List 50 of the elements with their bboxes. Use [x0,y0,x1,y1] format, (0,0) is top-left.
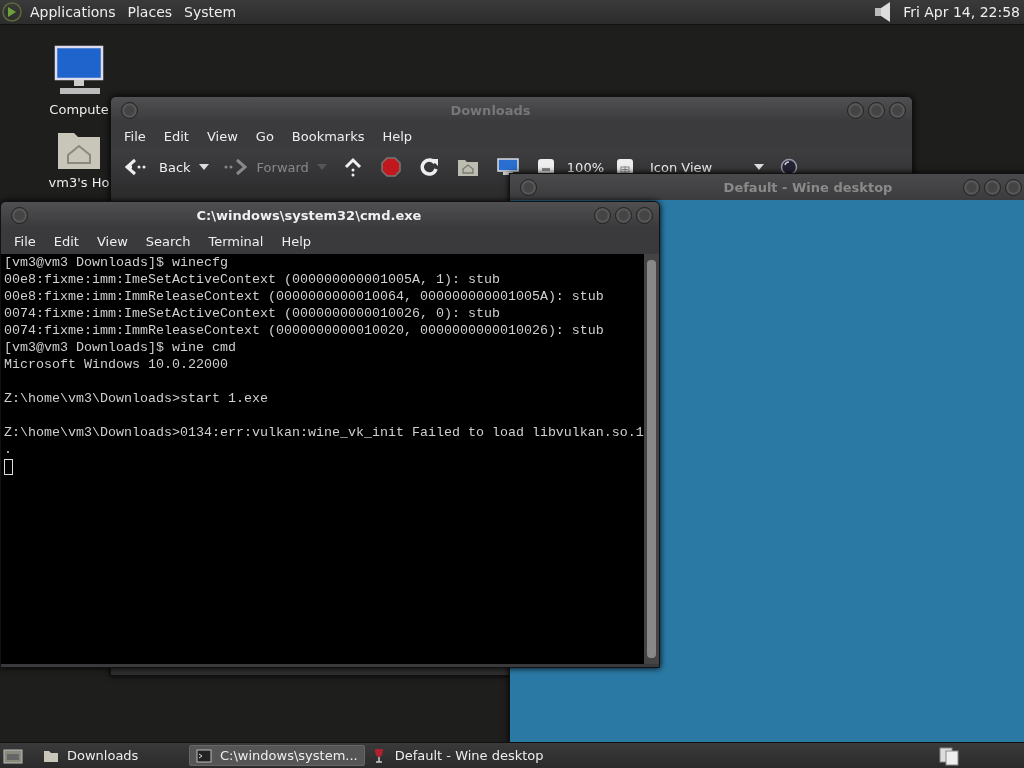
clock[interactable]: Fri Apr 14, 22:58 [903,4,1020,20]
window-title: Default - Wine desktop [723,179,893,195]
back-button[interactable]: Back [121,158,213,176]
menu-item[interactable]: View [197,128,247,144]
show-desktop-icon[interactable] [3,746,23,765]
stop-icon[interactable] [380,157,401,177]
taskbar-button[interactable]: Default - Wine desktop [364,745,550,766]
home-folder-icon[interactable] [456,157,479,177]
menu-item[interactable]: Help [373,128,422,144]
scrollbar[interactable] [644,254,659,664]
reload-icon[interactable] [418,157,439,177]
menu-item[interactable]: Edit [154,128,198,144]
caret-icon[interactable] [754,164,764,170]
panel-menu[interactable]: System [178,4,243,20]
text-cursor [4,459,13,475]
desktop-icon-label[interactable]: vm3's Ho [48,175,110,190]
window-title: C:\windows\system32\cmd.exe [196,207,422,223]
panel-menu[interactable]: Applications [24,4,122,20]
terminal-line: 00e8:fixme:imm:ImmReleaseContext (0000000000010064, 000000000001005A): stub [4,289,604,304]
up-arrow-icon[interactable] [342,157,363,177]
menu-item[interactable]: File [5,233,45,249]
logo-icon[interactable] [0,2,24,22]
desktop-icon-label[interactable]: Compute [49,102,109,117]
terminal-icon [196,747,212,764]
menu-item[interactable]: Bookmarks [282,128,374,144]
terminal-line: [vm3@vm3 Downloads]$ wine cmd [4,340,236,355]
zoom-level: 100% [566,159,604,175]
terminal-line: Microsoft Windows 10.0.22000 [4,357,228,372]
terminal-line: 00e8:fixme:imm:ImeSetActiveContext (000000000001005A, 1): stub [4,272,500,287]
terminal-line: 0074:fixme:imm:ImmReleaseContext (0000000000010020, 0000000000010026): stub [4,323,604,338]
terminal-line: . [4,442,12,457]
terminal-line: [vm3@vm3 Downloads]$ winecfg [4,255,228,270]
terminal-line: Z:\home\vm3\Downloads>start 1.exe [4,391,268,406]
menu-item[interactable]: Search [136,233,200,249]
taskbar-button[interactable]: C:\windows\system... [189,745,365,766]
caret-icon[interactable] [198,164,209,170]
menu-item[interactable]: Terminal [199,233,273,249]
workspace-switcher-icon[interactable] [938,745,960,766]
monitor-icon[interactable] [496,158,519,176]
terminal-line: 0074:fixme:imm:ImeSetActiveContext (0000000000010026, 0): stub [4,306,500,321]
panel-menu[interactable]: Places [121,4,179,20]
menu-item[interactable]: View [87,233,137,249]
view-selector[interactable]: Icon View [646,159,768,175]
menu-item[interactable]: Help [272,233,321,249]
taskbar-button[interactable]: Downloads [37,745,189,766]
menu-item[interactable]: File [115,128,155,144]
terminal-line: Z:\home\vm3\Downloads>0134:err:vulkan:wine_vk_init Failed to load libvulkan.so.1 [4,425,644,440]
menu-item[interactable]: Edit [44,233,88,249]
forward-arrow-icon [222,158,249,176]
menu-item[interactable]: Go [246,128,283,144]
